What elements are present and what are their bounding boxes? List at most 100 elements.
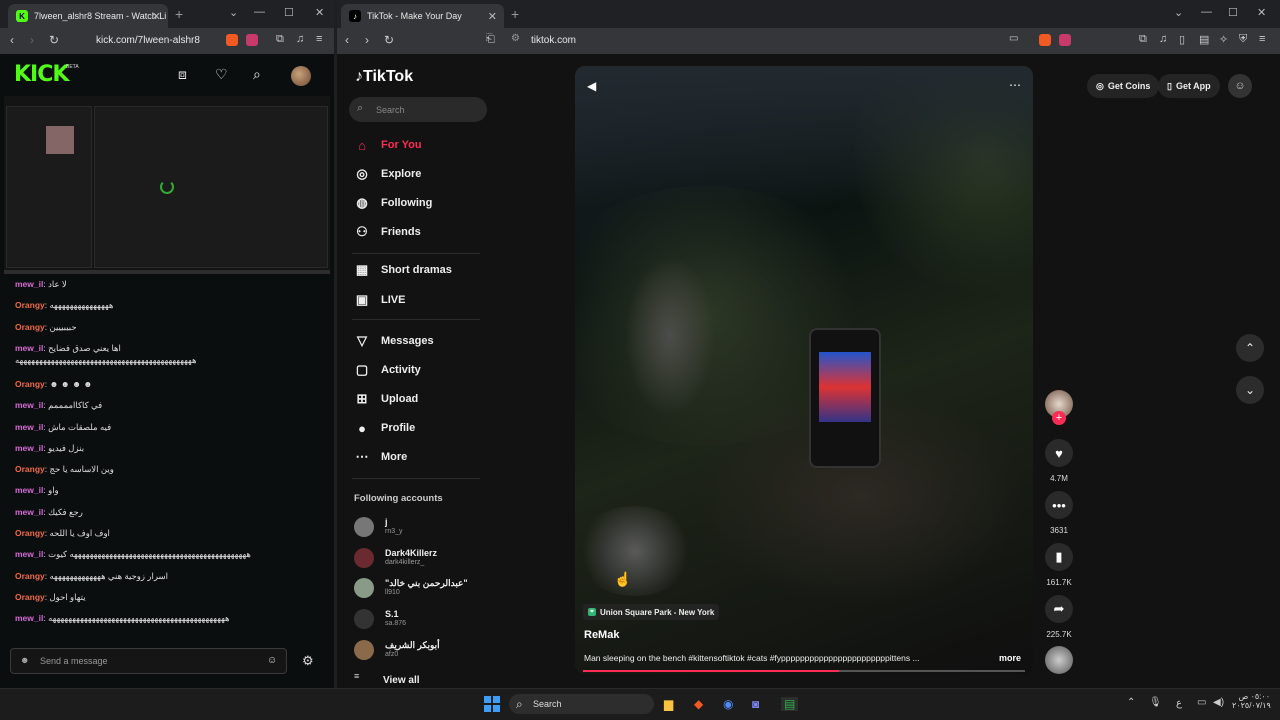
share-arrow-icon[interactable]: ➦ (1045, 595, 1073, 623)
reload-button[interactable]: ↻ (384, 33, 394, 47)
menu-icon[interactable]: ≡ (316, 33, 322, 45)
search-icon[interactable]: ⌕ (253, 66, 261, 83)
sidebar-icon[interactable]: ▯ (1179, 33, 1185, 46)
brave-rewards-icon[interactable] (1059, 34, 1071, 46)
next-video-chevron-down-icon[interactable]: ⌄ (1236, 376, 1264, 404)
discord-icon[interactable]: ◙ (752, 697, 759, 711)
emoji-icon[interactable]: ☺ (267, 655, 277, 666)
cast-icon[interactable]: ▭ (1009, 33, 1018, 44)
chat-username[interactable]: Orangy (15, 300, 45, 310)
nav-explore[interactable]: ◎ Explore (352, 164, 421, 184)
minimize-button[interactable]: — (254, 6, 265, 18)
chat-username[interactable]: mew_il (15, 279, 43, 289)
chat-username[interactable]: mew_il (15, 485, 43, 495)
chat-username[interactable]: Orangy (15, 592, 45, 602)
comment-action[interactable]: ••• 3631 (1040, 491, 1078, 535)
video-caption[interactable]: Man sleeping on the bench #kittensoftikt… (584, 653, 990, 663)
kick-logo[interactable]: KICK (14, 62, 69, 87)
chat-username[interactable]: mew_il (15, 549, 43, 559)
taskbar-search-box[interactable] (509, 694, 654, 714)
bookmark-icon[interactable]: ▮ (1045, 543, 1073, 571)
caption-more-link[interactable]: more (999, 653, 1021, 663)
chat-username[interactable]: Orangy (15, 571, 45, 581)
new-tab-button[interactable]: + (511, 6, 519, 22)
tray-overflow-chevron-icon[interactable]: ⌃ (1127, 697, 1135, 708)
bookmark-icon[interactable]: ⎗ (486, 33, 495, 46)
minimize-button[interactable]: — (1201, 6, 1212, 18)
volume-icon[interactable]: ◀) (1213, 697, 1224, 708)
site-info-icon[interactable]: ⚙ (511, 33, 520, 44)
forward-button[interactable]: › (365, 33, 369, 47)
follow-plus-icon[interactable]: + (1052, 411, 1066, 425)
nav-following[interactable]: ◍ Following (352, 193, 432, 213)
comment-icon[interactable]: ••• (1045, 491, 1073, 519)
clock[interactable]: ٠٥:٠٠ ص ٢٠٢٥/٠٧/١٩ (1232, 692, 1271, 710)
close-window-button[interactable]: ✕ (315, 6, 324, 19)
nav-activity[interactable]: ▢ Activity (352, 360, 421, 380)
view-all-link[interactable]: View all (383, 675, 420, 686)
following-heart-icon[interactable]: ♡ (215, 66, 228, 83)
microphone-icon[interactable]: 🎙 (1149, 697, 1162, 708)
close-tab-icon[interactable]: ✕ (488, 10, 497, 23)
nav-upload[interactable]: ⊞ Upload (352, 389, 419, 409)
address-bar[interactable]: kick.com/7lween-alshr8 (96, 35, 200, 46)
forward-button[interactable]: › (30, 33, 34, 47)
windows-start-icon[interactable] (484, 696, 500, 712)
nav-more[interactable]: ⋯ More (352, 447, 408, 467)
reload-button[interactable]: ↻ (49, 33, 59, 47)
wallet-icon[interactable]: ▤ (1199, 33, 1209, 46)
get-coins-button[interactable]: ◎ Get Coins (1087, 74, 1160, 98)
tab-tiktok[interactable]: ♪ TikTok - Make Your Day ✕ (341, 4, 504, 28)
emote-icon[interactable]: ☻ (20, 655, 29, 665)
chat-settings-gear-icon[interactable]: ⚙ (302, 653, 314, 669)
chrome-icon[interactable]: ◉ (723, 697, 733, 711)
chat-username[interactable]: Orangy (15, 464, 45, 474)
chat-username[interactable]: mew_il (15, 422, 43, 432)
heart-icon[interactable]: ♥ (1045, 439, 1073, 467)
extensions-icon[interactable]: ⧉ (276, 33, 284, 46)
vpn-icon[interactable]: ⛨ (1239, 33, 1247, 46)
nav-profile[interactable]: ● Profile (352, 418, 415, 438)
tab-search-icon[interactable]: ⌄ (229, 6, 238, 19)
extensions-icon[interactable]: ⧉ (1139, 33, 1147, 46)
close-window-button[interactable]: ✕ (1257, 6, 1266, 19)
tiktok-logo[interactable]: ♪TikTok (355, 68, 413, 86)
video-progress-track[interactable] (583, 670, 1025, 672)
new-tab-button[interactable]: + (175, 6, 183, 22)
input-language[interactable]: ع (1176, 698, 1182, 709)
back-button[interactable]: ‹ (345, 33, 349, 47)
like-action[interactable]: ♥ 4.7M (1040, 439, 1078, 483)
media-icon[interactable]: ♫ (296, 33, 304, 45)
brave-rewards-icon[interactable] (246, 34, 258, 46)
chat-username[interactable]: Orangy (15, 322, 45, 332)
chat-username[interactable]: Orangy (15, 379, 45, 389)
location-tag[interactable]: ⌖ Union Square Park - New York (583, 604, 720, 620)
browse-icon[interactable]: ⧈ (178, 66, 187, 83)
chat-username[interactable]: mew_il (15, 443, 43, 453)
nav-friends[interactable]: ⚇ Friends (352, 222, 421, 242)
video-player[interactable]: ◀ ⋯ ⌖ Union Square Park - New York ReMak… (575, 66, 1033, 674)
share-action[interactable]: ➦ 225.7K (1040, 595, 1078, 639)
leo-icon[interactable]: ✧ (1219, 33, 1228, 46)
mute-icon[interactable]: ◀ (587, 79, 596, 93)
nav-short-dramas[interactable]: ▦ Short dramas (352, 260, 452, 280)
brave-shield-icon[interactable] (1039, 34, 1051, 46)
file-explorer-icon[interactable]: ▆ (664, 697, 673, 711)
tab-search-icon[interactable]: ⌄ (1174, 6, 1183, 19)
chat-username[interactable]: mew_il (15, 343, 43, 353)
sound-disc-icon[interactable] (1045, 646, 1073, 674)
get-app-button[interactable]: ▯ Get App (1158, 74, 1220, 98)
media-icon[interactable]: ♫ (1159, 33, 1167, 45)
video-author[interactable]: ReMak (584, 629, 619, 641)
back-button[interactable]: ‹ (10, 33, 14, 47)
profile-avatar[interactable]: ☺ (1228, 74, 1252, 98)
brave-icon[interactable]: ◆ (694, 697, 703, 711)
more-options-icon[interactable]: ⋯ (1009, 78, 1021, 92)
nav-messages[interactable]: ▽ Messages (352, 331, 434, 351)
maximize-button[interactable]: ☐ (1228, 6, 1238, 19)
save-action[interactable]: ▮ 161.7K (1040, 543, 1078, 587)
spreadsheet-app-icon[interactable]: ▤ (781, 697, 799, 711)
chat-username[interactable]: mew_il (15, 507, 43, 517)
brave-shield-icon[interactable] (226, 34, 238, 46)
previous-video-chevron-up-icon[interactable]: ⌃ (1236, 334, 1264, 362)
